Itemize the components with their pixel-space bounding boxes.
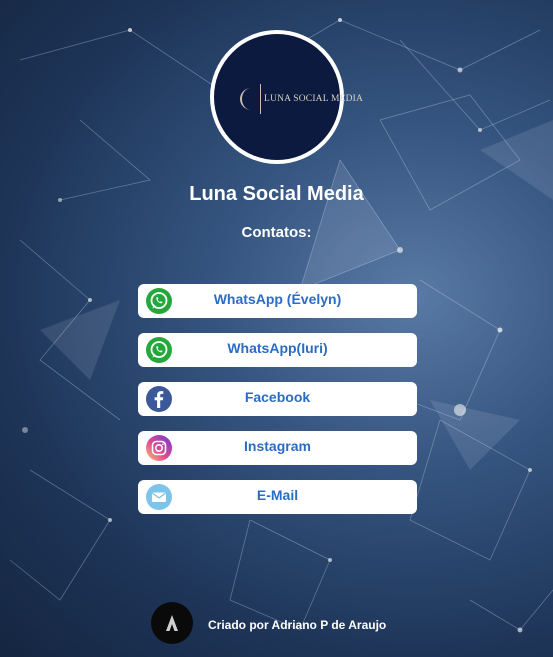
link-label: Facebook bbox=[244, 389, 311, 405]
creator-avatar[interactable] bbox=[151, 602, 193, 644]
link-label: Instagram bbox=[244, 438, 311, 454]
logo-badge: LUNA SOCIAL MEDIA bbox=[214, 34, 363, 160]
whatsapp-icon bbox=[146, 337, 172, 363]
instagram-button[interactable]: Instagram bbox=[138, 431, 417, 465]
page: LUNA SOCIAL MEDIA Luna Social Media Cont… bbox=[0, 0, 553, 657]
email-icon bbox=[146, 484, 172, 510]
link-label: WhatsApp (Évelyn) bbox=[213, 291, 342, 307]
whatsapp-icon bbox=[146, 288, 172, 314]
footer-credit[interactable]: Criado por Adriano P de Araujo bbox=[208, 618, 386, 632]
link-label: E-Mail bbox=[256, 487, 299, 503]
logo-wordmark: LUNA SOCIAL MEDIA bbox=[264, 94, 364, 104]
page-title: Luna Social Media bbox=[189, 183, 364, 205]
facebook-button[interactable]: Facebook bbox=[138, 382, 417, 416]
profile-logo: LUNA SOCIAL MEDIA bbox=[210, 30, 363, 164]
logo-divider bbox=[260, 84, 261, 114]
email-button[interactable]: E-Mail bbox=[138, 480, 417, 514]
facebook-icon bbox=[146, 386, 172, 412]
link-label: WhatsApp(Iuri) bbox=[227, 340, 328, 356]
whatsapp-evelyn-button[interactable]: WhatsApp (Évelyn) bbox=[138, 284, 417, 318]
instagram-icon bbox=[146, 435, 172, 461]
contacts-heading: Contatos: bbox=[241, 224, 312, 241]
creator-logo-icon bbox=[166, 615, 178, 631]
whatsapp-iuri-button[interactable]: WhatsApp(Iuri) bbox=[138, 333, 417, 367]
moon-icon bbox=[240, 88, 251, 110]
